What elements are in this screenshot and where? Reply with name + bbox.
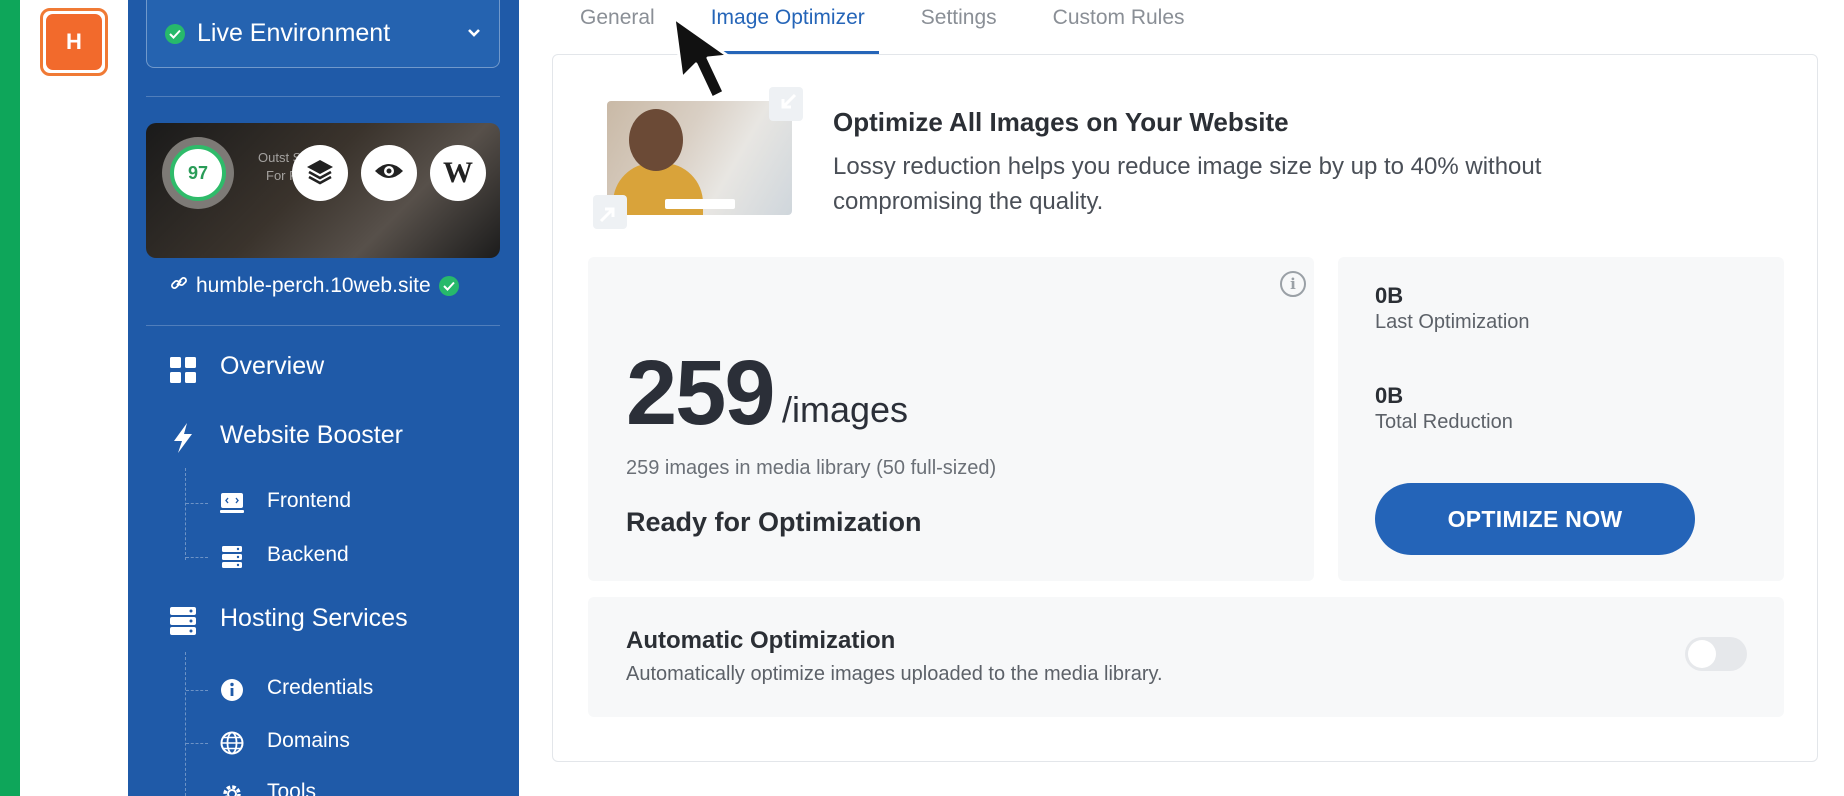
sidebar-item-domains[interactable]: Domains	[128, 729, 519, 759]
image-count-unit: /images	[782, 389, 909, 430]
tree-connector	[185, 652, 186, 796]
automatic-optimization-title: Automatic Optimization	[626, 627, 896, 654]
automatic-optimization-row: Automatic Optimization Automatically opt…	[588, 597, 1784, 717]
sidebar-item-label: Backend	[267, 543, 349, 566]
last-optimization-label: Last Optimization	[1375, 311, 1530, 333]
image-optimizer-panel: Optimize All Images on Your Website Loss…	[552, 54, 1818, 762]
performance-score[interactable]: 97	[162, 137, 234, 209]
account-rail: H	[20, 0, 128, 796]
sidebar-item-credentials[interactable]: Credentials	[128, 676, 519, 706]
total-reduction-value: 0B	[1375, 383, 1404, 408]
sidebar-item-label: Frontend	[267, 489, 352, 512]
verified-check-icon	[438, 276, 459, 296]
total-reduction-label: Total Reduction	[1375, 411, 1513, 433]
sidebar-item-label: Domains	[267, 729, 350, 752]
tab-general[interactable]: General	[552, 0, 683, 54]
sidebar-item-tools[interactable]: Tools	[128, 780, 519, 796]
workspace-avatar[interactable]: H	[40, 8, 108, 76]
sidebar-item-label: Overview	[220, 352, 325, 380]
sidebar-item-label: Hosting Services	[220, 604, 408, 632]
compress-arrow-icon	[593, 195, 627, 229]
automatic-optimization-description: Automatically optimize images uploaded t…	[626, 663, 1163, 685]
sidebar-item-overview[interactable]: Overview	[128, 352, 519, 388]
divider	[146, 325, 500, 326]
bolt-icon	[168, 423, 198, 453]
eye-icon	[373, 161, 405, 186]
left-accent-strip	[0, 0, 20, 796]
score-value: 97	[170, 145, 226, 201]
sidebar-item-hosting-services[interactable]: Hosting Services	[128, 604, 519, 640]
sidebar-item-website-booster[interactable]: Website Booster	[128, 421, 519, 457]
code-window-icon	[220, 491, 244, 515]
optimization-status: Ready for Optimization	[626, 507, 922, 537]
environment-label: Live Environment	[197, 19, 391, 47]
avatar-letter: H	[46, 14, 102, 70]
hero-title: Optimize All Images on Your Website	[833, 107, 1289, 137]
chevron-down-icon	[467, 25, 481, 43]
environment-selector[interactable]: Live Environment	[146, 0, 500, 68]
compress-arrow-icon	[769, 87, 803, 121]
layers-icon	[305, 157, 335, 190]
sidebar-item-label: Tools	[267, 780, 317, 796]
sidebar-item-label: Credentials	[267, 676, 374, 699]
check-circle-icon	[165, 23, 185, 44]
site-url-link[interactable]: humble-perch.10web.site	[170, 274, 459, 298]
grid-icon	[168, 355, 198, 385]
preview-button[interactable]	[361, 145, 417, 201]
globe-icon	[220, 731, 244, 755]
hero-description: Lossy reduction helps you reduce image s…	[833, 153, 1542, 215]
optimize-now-button[interactable]: OPTIMIZE NOW	[1375, 483, 1695, 555]
tab-settings[interactable]: Settings	[893, 0, 1025, 54]
sidebar-item-backend[interactable]: Backend	[128, 543, 519, 573]
site-preview: Outst Stu For Fi 97 W	[146, 123, 500, 258]
divider	[146, 96, 500, 97]
last-optimization-value: 0B	[1375, 283, 1404, 308]
wordpress-button[interactable]: W	[430, 145, 486, 201]
link-icon	[170, 274, 188, 298]
tab-bar: General Image Optimizer Settings Custom …	[552, 0, 1213, 54]
image-count: 259	[626, 342, 775, 444]
layers-button[interactable]	[292, 145, 348, 201]
info-icon[interactable]: i	[1280, 271, 1306, 297]
wordpress-icon: W	[443, 156, 473, 189]
toggle-knob	[1688, 640, 1716, 668]
info-circle-icon	[220, 678, 244, 702]
image-count-panel: i 259 /images 259 images in media librar…	[588, 257, 1314, 581]
site-url-text: humble-perch.10web.site	[196, 274, 431, 297]
gear-icon	[220, 782, 244, 796]
optimization-summary-panel: 0B Last Optimization 0B Total Reduction …	[1338, 257, 1784, 581]
automatic-optimization-toggle[interactable]	[1685, 637, 1747, 671]
illustration-shape	[665, 199, 735, 209]
server-stack-icon	[168, 606, 198, 636]
illustration-shape	[629, 109, 683, 171]
mouse-cursor-icon	[672, 16, 752, 113]
hero-illustration	[607, 101, 792, 215]
library-summary: 259 images in media library (50 full-siz…	[626, 457, 997, 479]
sidebar-item-label: Website Booster	[220, 421, 403, 449]
server-icon	[220, 545, 244, 569]
sidebar: Live Environment Outst Stu For Fi 97 W h…	[128, 0, 519, 796]
sidebar-item-frontend[interactable]: Frontend	[128, 489, 519, 519]
app-root: H Live Environment Outst Stu For Fi 97 W…	[0, 0, 1844, 796]
tab-custom-rules[interactable]: Custom Rules	[1025, 0, 1213, 54]
